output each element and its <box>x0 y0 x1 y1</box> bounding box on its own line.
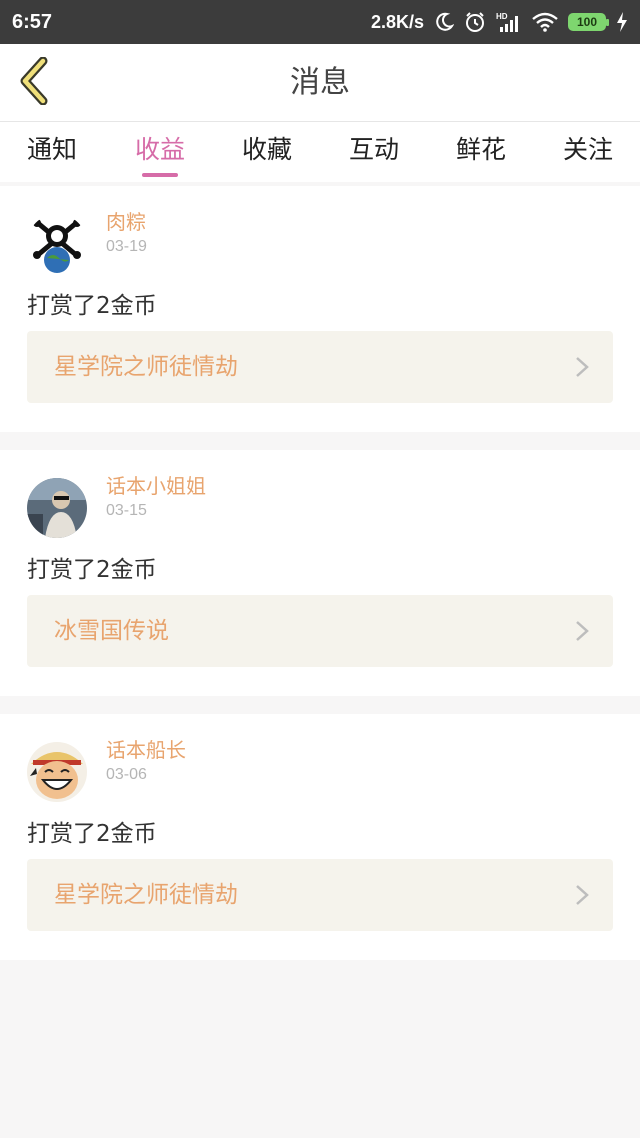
tab-notifications[interactable]: 通知 <box>2 122 102 182</box>
tab-follows[interactable]: 关注 <box>538 122 638 182</box>
book-title: 冰雪国传说 <box>54 618 169 644</box>
status-time: 6:57 <box>12 10 53 33</box>
user-name[interactable]: 话本小姐姐 <box>106 470 206 499</box>
tab-flowers[interactable]: 鲜花 <box>431 122 531 182</box>
wifi-icon <box>532 12 558 32</box>
active-tab-indicator <box>142 173 178 177</box>
avatar[interactable] <box>27 214 87 274</box>
book-title: 星学院之师徒情劫 <box>54 882 238 908</box>
book-link[interactable]: 星学院之师徒情劫 <box>27 859 613 931</box>
cartoon-avatar <box>27 742 87 802</box>
skull-earth-avatar <box>27 214 87 274</box>
message-card: 话本船长 03-06 打赏了2金币 星学院之师徒情劫 <box>0 714 640 960</box>
tab-favorites[interactable]: 收藏 <box>217 122 317 182</box>
message-date: 03-06 <box>106 766 147 783</box>
message-date: 03-15 <box>106 502 147 519</box>
app-header: 消息 <box>0 44 640 122</box>
status-icons: 2.8K/s HD 100 <box>371 11 628 33</box>
alarm-icon <box>464 11 486 33</box>
chevron-right-icon <box>575 620 589 642</box>
message-text: 打赏了2金币 <box>27 557 157 583</box>
page-title: 消息 <box>290 65 350 100</box>
tab-interactions[interactable]: 互动 <box>324 122 424 182</box>
message-card: 话本小姐姐 03-15 打赏了2金币 冰雪国传说 <box>0 450 640 696</box>
avatar[interactable] <box>27 478 87 538</box>
message-card: 肉粽 03-19 打赏了2金币 星学院之师徒情劫 <box>0 186 640 432</box>
book-link[interactable]: 星学院之师徒情劫 <box>27 331 613 403</box>
user-name[interactable]: 肉粽 <box>106 206 146 235</box>
charging-icon <box>616 12 628 32</box>
avatar[interactable] <box>27 742 87 802</box>
status-bar: 6:57 2.8K/s HD 100 <box>0 0 640 44</box>
chevron-right-icon <box>575 884 589 906</box>
photo-avatar <box>27 478 87 538</box>
tab-bar: 通知 收益 收藏 互动 鲜花 关注 <box>0 122 640 182</box>
moon-icon <box>434 12 454 32</box>
message-text: 打赏了2金币 <box>27 821 157 847</box>
book-title: 星学院之师徒情劫 <box>54 354 238 380</box>
net-speed: 2.8K/s <box>370 11 424 32</box>
book-link[interactable]: 冰雪国传说 <box>27 595 613 667</box>
battery-icon: 100 <box>568 13 609 31</box>
chevron-right-icon <box>575 356 589 378</box>
message-date: 03-19 <box>106 238 147 255</box>
hd-signal-icon: HD <box>496 11 522 33</box>
user-name[interactable]: 话本船长 <box>106 734 186 763</box>
svg-text:HD: HD <box>496 12 508 21</box>
message-text: 打赏了2金币 <box>27 293 157 319</box>
